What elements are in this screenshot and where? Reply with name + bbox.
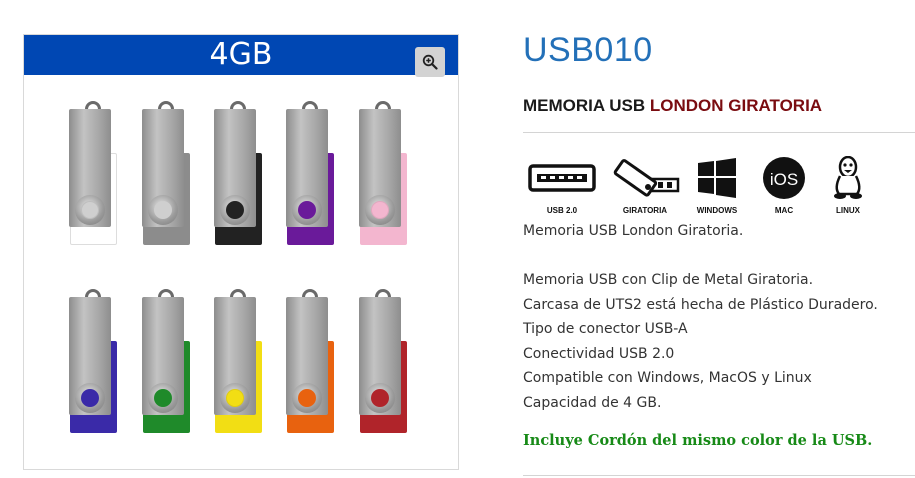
description-line: Conectividad USB 2.0	[523, 345, 675, 362]
pivot-color-dot	[154, 201, 172, 219]
cord-note: Incluye Cordón del mismo color de la USB…	[523, 432, 873, 449]
feature-label: GIRATORIA	[622, 206, 668, 215]
usb-stick-black	[214, 101, 262, 251]
usb-stick-green	[142, 289, 190, 439]
pivot-color-dot	[371, 201, 389, 219]
divider-top	[523, 132, 915, 133]
pivot-color-dot	[298, 389, 316, 407]
usb-stick-pink	[359, 101, 407, 251]
description-line: Compatible con Windows, MacOS y Linux	[523, 370, 812, 386]
pivot-color-dot	[226, 201, 244, 219]
pivot-color-dot	[226, 389, 244, 407]
pivot-color-dot	[154, 389, 172, 407]
product-description: Memoria USB London Giratoria. Memoria US…	[523, 219, 913, 415]
linux-icon	[834, 156, 862, 199]
feature-label: LINUX	[836, 206, 860, 215]
usb-stick-white	[69, 101, 117, 251]
zoom-in-icon	[422, 54, 438, 70]
subtitle-accent: LONDON GIRATORIA	[649, 96, 823, 115]
feature-linux: LINUX	[808, 155, 888, 215]
windows-icon	[698, 158, 736, 198]
ios-icon: iOS	[763, 157, 805, 199]
description-line: Capacidad de 4 GB.	[523, 394, 662, 411]
feature-swivel: GIRATORIA	[605, 155, 685, 215]
description-line: Memoria USB con Clip de Metal Giratoria.	[523, 272, 814, 288]
divider-bottom	[523, 475, 915, 476]
description-line: Tipo de conector USB-A	[523, 321, 688, 337]
usb-stick-purple	[286, 101, 334, 251]
capacity-banner: 4GB	[24, 35, 458, 75]
feature-icons: USB 2.0 GIRATORIA WINDOWS iOS MAC LINUX	[528, 155, 878, 220]
pivot-color-dot	[81, 389, 99, 407]
product-subtitle: MEMORIA USB LONDON GIRATORIA	[523, 96, 822, 116]
pivot-color-dot	[371, 389, 389, 407]
feature-usb2: USB 2.0	[522, 155, 602, 215]
description-intro: Memoria USB London Giratoria.	[523, 223, 744, 239]
product-gallery: 4GB	[23, 34, 459, 470]
zoom-button[interactable]	[415, 47, 445, 77]
description-line: Carcasa de UTS2 está hecha de Plástico D…	[523, 296, 878, 313]
usb-stick-red	[359, 289, 407, 439]
usb-port-icon	[528, 164, 596, 192]
usb-stick-yellow	[214, 289, 262, 439]
usb-color-grid	[24, 35, 458, 469]
subtitle-prefix: MEMORIA USB	[523, 96, 650, 115]
pivot-color-dot	[298, 201, 316, 219]
svg-text:iOS: iOS	[770, 170, 798, 189]
usb-stick-blue	[69, 289, 117, 439]
pivot-color-dot	[81, 201, 99, 219]
usb-stick-grey	[142, 101, 190, 251]
usb-stick-orange	[286, 289, 334, 439]
feature-label: USB 2.0	[546, 206, 578, 215]
product-code: USB010	[523, 31, 653, 69]
swivel-usb-icon	[613, 159, 680, 197]
